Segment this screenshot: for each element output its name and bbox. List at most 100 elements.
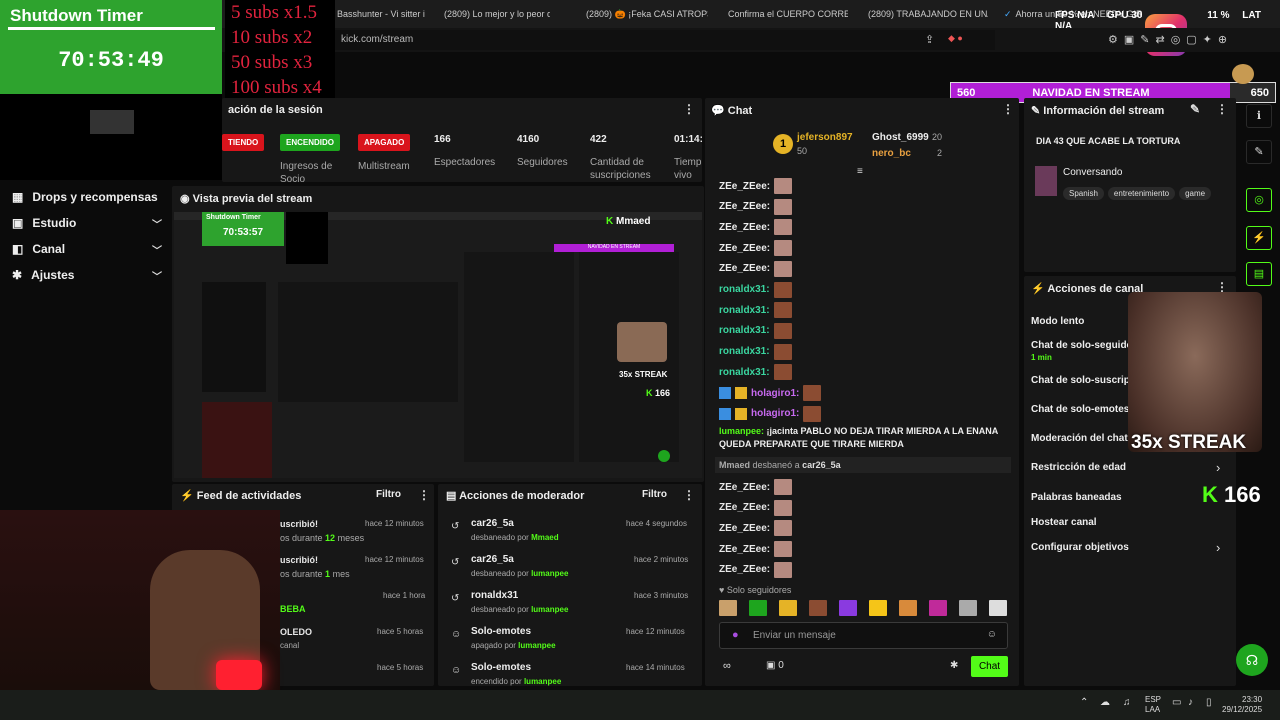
chat-username[interactable]: ZEe_ZEee: <box>719 181 770 192</box>
chat-username[interactable]: holagiro1: <box>751 408 799 419</box>
chevron-right-icon[interactable]: › <box>1216 540 1220 555</box>
chat-username[interactable]: ronaldx31: <box>719 305 770 316</box>
undo-icon: ↺ <box>451 593 460 604</box>
activity-time: hace 12 minutos <box>365 555 424 564</box>
chat-username[interactable]: ronaldx31: <box>719 367 770 378</box>
tag[interactable]: entretenimiento <box>1107 187 1176 200</box>
emoji-icon[interactable]: ☺ <box>987 629 997 640</box>
chat-username[interactable]: ZEe_ZEee: <box>719 523 770 534</box>
mod-tools-icon[interactable]: ∞ <box>723 660 731 672</box>
chat-send-button[interactable]: Chat <box>971 656 1008 677</box>
emote <box>803 405 822 422</box>
browser-tab-1[interactable]: Basshunter - Vi sitter i v <box>337 6 427 22</box>
share-icon[interactable]: ⇪ <box>925 33 934 46</box>
monitor-icon[interactable]: ▭ <box>1172 697 1181 708</box>
tab-label: (2809) Lo mejor y lo peor de 2 <box>444 9 550 19</box>
sidebar-item-settings[interactable]: ✱ Ajustes ﹀ <box>12 268 162 283</box>
clock[interactable]: 23:30 29/12/2025 <box>1222 695 1262 715</box>
chat-username[interactable]: ZEe_ZEee: <box>719 502 770 513</box>
mod-filter-button[interactable]: Filtro <box>642 489 667 500</box>
channel-action-item[interactable]: Configurar objetivos <box>1031 542 1129 553</box>
chat-username[interactable]: ZEe_ZEee: <box>719 482 770 493</box>
leader-name[interactable]: jeferson897 <box>797 132 853 143</box>
chat-username[interactable]: holagiro1: <box>751 388 799 399</box>
multistream-off-badge[interactable]: APAGADO <box>358 134 411 151</box>
chat-username[interactable]: lumanpee: <box>719 426 764 436</box>
chat-input[interactable]: ● Enviar un mensaje ☺ <box>719 622 1008 649</box>
sidebar-item-drops[interactable]: ▦ Drops y recompensas <box>12 190 162 204</box>
support-icon[interactable]: ☊ <box>1236 644 1268 676</box>
info-icon[interactable]: ℹ <box>1246 104 1272 128</box>
chat-message: ZEe_ZEee: <box>719 520 793 537</box>
chat-message: ZEe_ZEee: <box>719 178 793 194</box>
more-icon[interactable]: ⋮ <box>418 488 430 502</box>
channel-action-item[interactable]: Hostear canal <box>1031 517 1097 528</box>
channel-action-item[interactable]: Palabras baneadas <box>1031 492 1122 503</box>
emote <box>774 520 793 537</box>
stream-preview-video[interactable]: Shutdown Timer 70:53:57 NAVIDAD EN STREA… <box>174 212 702 478</box>
channel-icon: ◧ <box>12 242 24 256</box>
channel-action-item[interactable]: Chat de solo-suscript <box>1031 375 1133 386</box>
more-icon[interactable]: ⋮ <box>683 102 695 116</box>
mic-icon[interactable]: ♫ <box>1123 697 1131 708</box>
tag[interactable]: game <box>1179 187 1212 200</box>
emote <box>774 499 793 516</box>
chat-username[interactable]: ronaldx31: <box>719 325 770 336</box>
chat-username[interactable]: ZEe_ZEee: <box>719 263 770 274</box>
tray-up-icon[interactable]: ⌃ <box>1080 697 1088 708</box>
chevron-right-icon[interactable]: › <box>1216 460 1220 475</box>
browser-tab-2[interactable]: (2809) Lo mejor y lo peor de 2 <box>440 6 550 22</box>
chat-username[interactable]: ZEe_ZEee: <box>719 243 770 254</box>
microphone-icon[interactable]: ● <box>732 629 739 641</box>
emote <box>774 240 793 257</box>
browser-tab-3[interactable]: (2809) 🎃 ¡Feka CASI ATROP3LI <box>582 6 708 22</box>
leader-name[interactable]: nero_bc <box>872 148 911 159</box>
chat-username[interactable]: ronaldx31: <box>719 284 770 295</box>
language-indicator[interactable]: ESP LAA <box>1145 695 1161 715</box>
avatar[interactable] <box>1232 64 1254 84</box>
pencil-icon[interactable]: ✎ <box>1246 140 1272 164</box>
browser-tab-4[interactable]: Confirma el CUERPO CORRECT <box>724 6 848 22</box>
doc-icon[interactable]: ▤ <box>1246 262 1272 286</box>
channel-action-item[interactable]: Modo lento <box>1031 316 1084 327</box>
points-display[interactable]: ▣ 0 <box>766 660 784 671</box>
stream-info-title: Información del stream <box>1043 105 1165 117</box>
chat-username[interactable]: ZEe_ZEee: <box>719 201 770 212</box>
battery-icon[interactable]: ▯ <box>1206 697 1212 708</box>
activity-filter-button[interactable]: Filtro <box>376 489 401 500</box>
more-icon[interactable]: ⋮ <box>1002 102 1014 116</box>
sidebar-item-channel[interactable]: ◧ Canal ﹀ <box>12 242 162 257</box>
more-icon[interactable]: ⋮ <box>683 488 695 502</box>
chat-username[interactable]: ZEe_ZEee: <box>719 564 770 575</box>
url-text: kick.com/stream <box>341 34 414 45</box>
ext-badge-icon[interactable]: ◆ ● <box>948 33 984 47</box>
extension-icons[interactable]: ⚙▣✎⇄◎▢✦⊕ <box>1108 33 1233 46</box>
lightning-icon[interactable]: ⚡ <box>1246 226 1272 250</box>
channel-action-item[interactable]: Chat de solo-seguido 1 min <box>1031 340 1133 362</box>
cloud-icon[interactable]: ☁ <box>1100 697 1110 708</box>
leader-name[interactable]: Ghost_6999 <box>872 132 929 143</box>
browser-tab-5[interactable]: (2809) TRABAJANDO EN UNA <box>864 6 988 22</box>
chat-username[interactable]: ronaldx31: <box>719 346 770 357</box>
leader-score: 2 <box>937 148 943 158</box>
channel-action-item[interactable]: Moderación del chat co <box>1031 433 1142 444</box>
collapse-icon[interactable]: ≡ <box>857 166 863 177</box>
target-icon[interactable]: ◎ <box>1246 188 1272 212</box>
mod-action-time: hace 2 minutos <box>634 555 689 564</box>
address-bar[interactable]: kick.com/stream <box>335 30 995 50</box>
mod-action-target: car26_5a <box>471 518 514 529</box>
tag[interactable]: Spanish <box>1063 187 1104 200</box>
chat-username[interactable]: ZEe_ZEee: <box>719 544 770 555</box>
sidebar-item-studio[interactable]: ▣ Estudio ﹀ <box>12 216 162 231</box>
channel-action-item[interactable]: Restricción de edad <box>1031 462 1126 473</box>
more-icon[interactable]: ⋮ <box>1216 102 1228 116</box>
channel-action-item[interactable]: Chat de solo-emotes <box>1031 404 1129 415</box>
emote-bar[interactable] <box>719 600 1009 616</box>
edit-icon[interactable]: ✎ <box>1190 102 1200 116</box>
volume-icon[interactable]: ♪ <box>1188 697 1193 708</box>
chat-settings-icon[interactable]: ✱ <box>950 660 958 671</box>
stream-info-header: ✎ Información del stream <box>1031 104 1164 117</box>
chat-username[interactable]: ZEe_ZEee: <box>719 222 770 233</box>
live-time-value: 01:14: <box>674 134 703 145</box>
partner-enabled-badge[interactable]: ENCENDIDO <box>280 134 341 151</box>
